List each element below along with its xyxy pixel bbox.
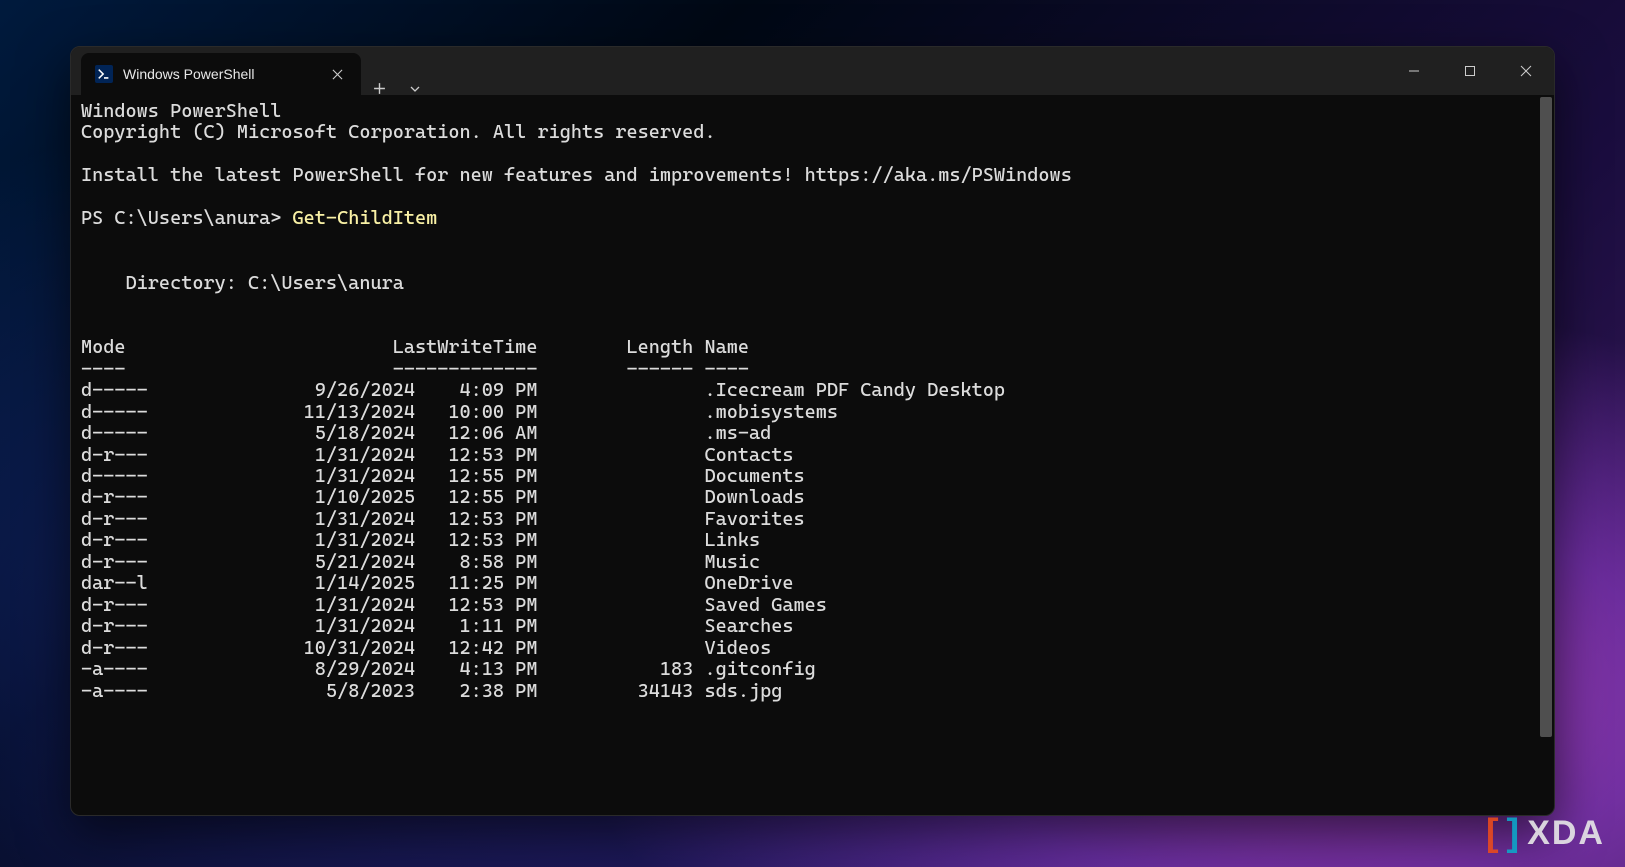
watermark-text: XDA xyxy=(1527,814,1605,853)
close-button[interactable] xyxy=(1498,47,1554,95)
tab-close-button[interactable] xyxy=(327,64,347,84)
tab-powershell[interactable]: Windows PowerShell xyxy=(81,53,361,95)
listing-table: Mode LastWriteTime Length Name ---- ----… xyxy=(81,336,1005,702)
bracket-left-icon: [ xyxy=(1486,812,1501,855)
header-line-2: Copyright (C) Microsoft Corporation. All… xyxy=(81,121,716,143)
xda-watermark: [] XDA xyxy=(1486,812,1605,855)
tab-dropdown-button[interactable] xyxy=(397,83,433,95)
tab-title: Windows PowerShell xyxy=(123,66,317,82)
tab-strip: Windows PowerShell xyxy=(71,47,433,95)
scrollbar[interactable] xyxy=(1540,97,1552,737)
minimize-button[interactable] xyxy=(1386,47,1442,95)
window-controls xyxy=(1386,47,1554,95)
terminal-window: Windows PowerShell Windows P xyxy=(70,46,1555,816)
bracket-right-icon: ] xyxy=(1507,812,1522,855)
powershell-icon xyxy=(95,65,113,83)
terminal-output[interactable]: Windows PowerShell Copyright (C) Microso… xyxy=(71,95,1554,815)
prompt-command: Get-ChildItem xyxy=(293,207,438,229)
title-bar: Windows PowerShell xyxy=(71,47,1554,95)
prompt-prefix: PS C:\Users\anura> xyxy=(81,207,293,229)
maximize-button[interactable] xyxy=(1442,47,1498,95)
new-tab-button[interactable] xyxy=(361,82,397,95)
directory-line: Directory: C:\Users\anura xyxy=(81,272,404,294)
install-message: Install the latest PowerShell for new fe… xyxy=(81,164,1072,186)
header-line-1: Windows PowerShell xyxy=(81,100,281,122)
